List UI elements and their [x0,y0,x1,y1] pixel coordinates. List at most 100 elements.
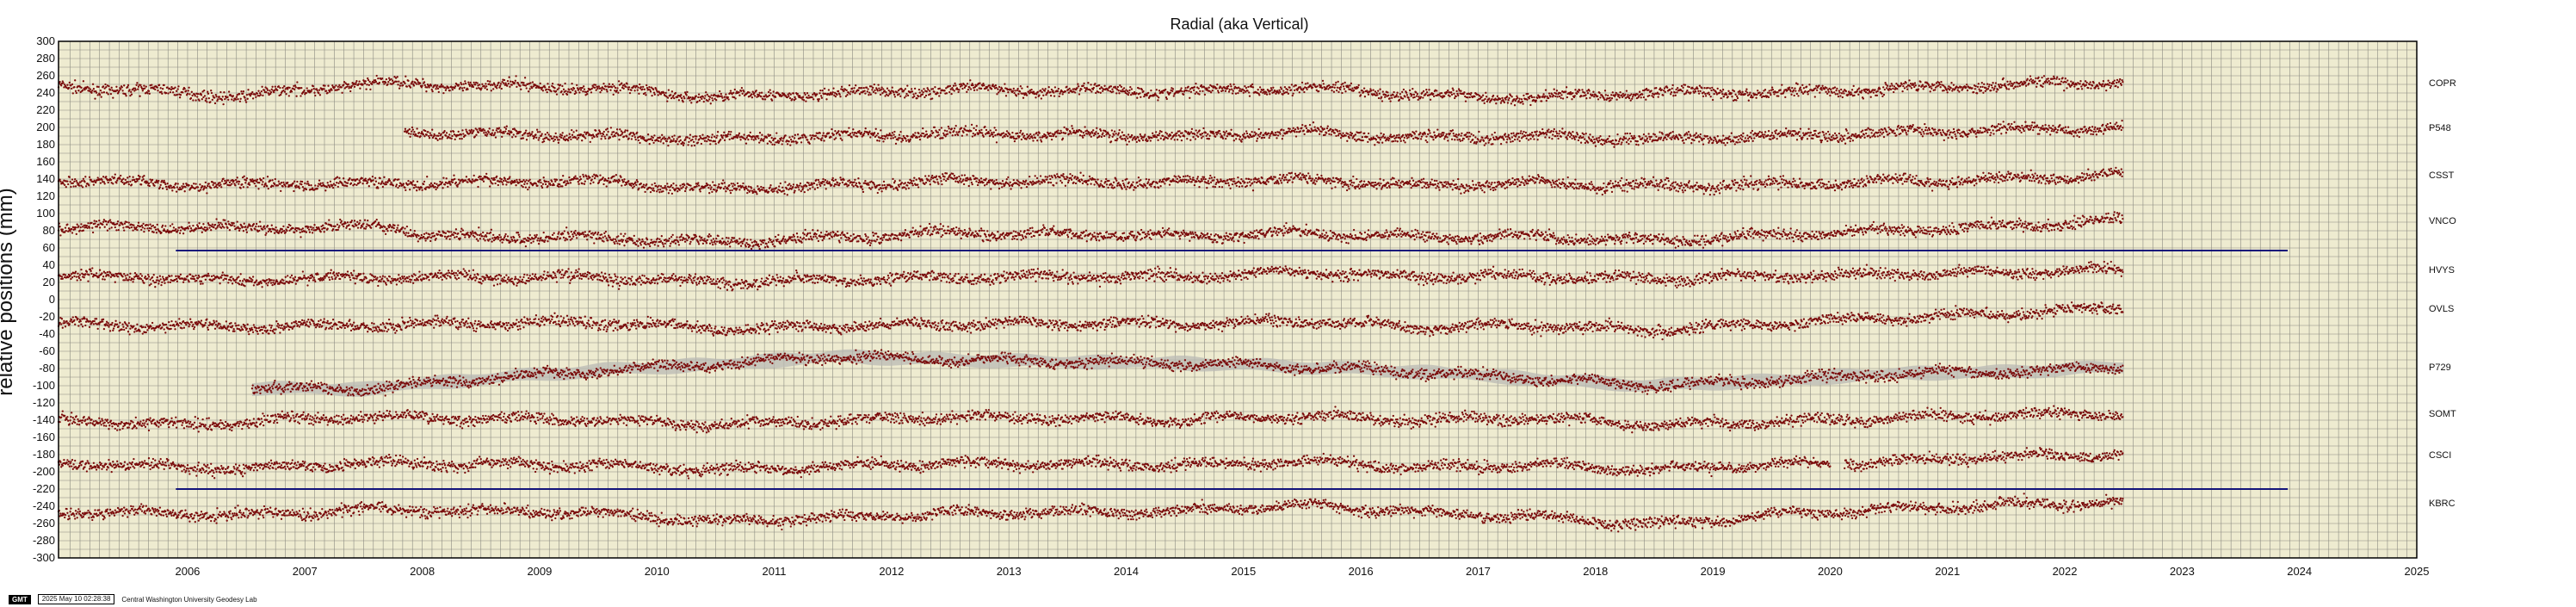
y-tick-label: 0 [49,293,55,306]
data-point [1247,85,1250,89]
data-point [1056,90,1059,93]
data-point [1194,138,1197,140]
data-point [1433,134,1436,137]
data-point [1095,131,1097,133]
data-point [1813,96,1816,98]
data-point [384,81,387,84]
data-point [682,101,684,103]
data-point [1610,94,1613,96]
data-point [762,98,764,101]
data-point [1074,91,1077,94]
data-point [1071,125,1073,127]
data-point [805,100,807,102]
data-point [1053,95,1056,97]
data-point [1059,92,1061,95]
data-point [1223,133,1226,136]
data-point [1938,83,1942,86]
data-point [958,89,961,91]
data-point [537,139,540,141]
data-point [1491,133,1493,136]
data-point [905,92,908,96]
data-point [821,134,825,137]
data-point [720,138,722,141]
data-point [1698,84,1702,87]
data-point [1776,90,1779,94]
data-point [1102,132,1104,134]
data-point [1902,84,1905,88]
data-point [942,137,944,139]
data-point [1412,87,1414,90]
y-tick-label: -20 [39,310,55,323]
data-point [1402,139,1405,142]
data-point [1455,133,1458,136]
data-point [1066,128,1069,131]
data-point [378,81,381,84]
data-point [1577,90,1579,93]
data-point [569,135,571,139]
data-point [221,96,224,98]
data-point [1160,130,1163,133]
data-point [1211,90,1214,92]
data-point [810,136,813,139]
data-point [270,88,273,90]
data-point [1396,140,1399,143]
data-point [1225,130,1228,133]
data-point [761,133,763,136]
data-point [1336,86,1339,89]
data-point [397,84,399,86]
data-point [1083,133,1085,137]
data-point [1216,90,1220,92]
data-point [603,88,606,90]
data-point [326,91,329,95]
data-point [1450,91,1453,94]
data-point [1808,84,1811,86]
data-point [485,88,489,91]
data-point [666,138,669,140]
data-point [1344,134,1347,137]
data-point [1443,138,1446,140]
data-point [1615,98,1618,101]
data-point [1730,92,1733,95]
data-point [283,90,287,93]
data-point [1408,89,1412,92]
data-point [82,80,85,83]
data-point [1521,133,1524,135]
data-point [1264,131,1267,134]
data-point [1929,90,1931,93]
data-point [971,135,974,138]
data-point [519,84,522,87]
data-point [211,98,213,102]
data-point [639,85,642,89]
data-point [1903,87,1906,90]
data-point [1020,138,1023,141]
data-point [1889,85,1892,88]
data-point [690,102,693,104]
data-point [404,127,407,130]
data-point [890,137,893,139]
data-point [1311,86,1314,89]
data-point [740,86,744,90]
data-point [1960,86,1962,89]
data-point [1015,95,1018,97]
data-point [1137,136,1140,139]
data-point [1482,139,1486,142]
x-tick-label: 2023 [2170,565,2195,578]
data-point [1021,87,1023,90]
y-tick-label: 60 [43,241,55,254]
data-point [807,94,810,97]
y-tick-label: -300 [33,551,55,564]
data-point [548,139,551,141]
data-point [107,93,109,96]
data-point [1838,91,1841,94]
data-point [1335,134,1337,138]
data-point [816,93,819,96]
data-point [617,91,620,94]
data-point [1574,89,1577,91]
data-point [77,90,80,92]
data-point [1107,90,1109,92]
data-point [285,93,287,96]
data-point [1506,138,1509,141]
data-point [607,130,609,133]
data-point [1321,79,1325,83]
data-point [400,82,403,84]
